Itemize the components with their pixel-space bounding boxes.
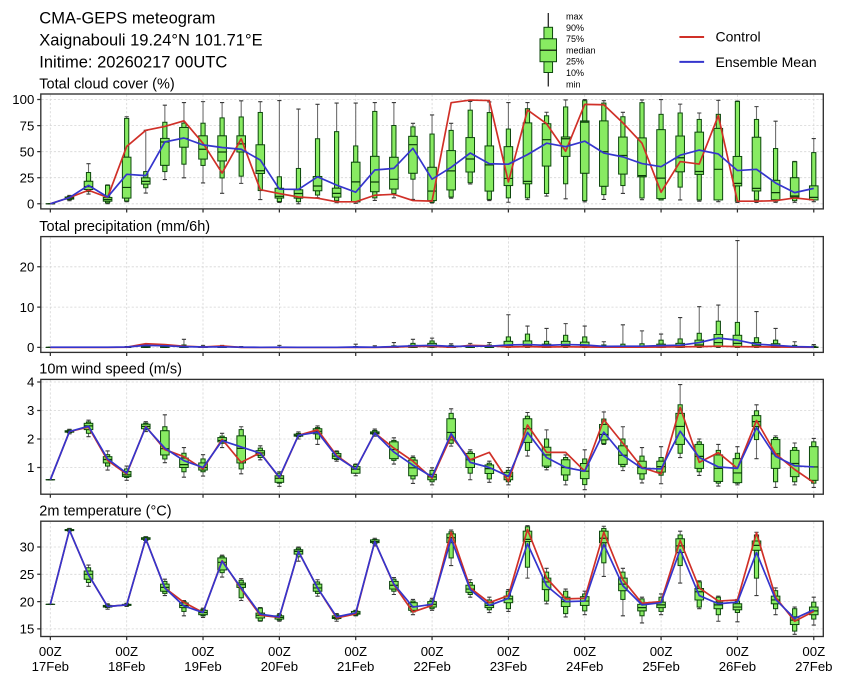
- svg-text:19Feb: 19Feb: [184, 659, 221, 674]
- svg-text:75%: 75%: [566, 34, 584, 44]
- svg-text:20: 20: [20, 260, 35, 275]
- svg-text:25: 25: [20, 170, 35, 185]
- svg-text:25%: 25%: [566, 57, 584, 67]
- svg-text:22Feb: 22Feb: [413, 659, 450, 674]
- svg-text:2m temperature (°C): 2m temperature (°C): [39, 504, 171, 520]
- svg-text:10%: 10%: [566, 68, 584, 78]
- svg-text:21Feb: 21Feb: [337, 659, 374, 674]
- svg-text:Total cloud cover (%): Total cloud cover (%): [39, 76, 174, 92]
- svg-text:00Z: 00Z: [573, 644, 596, 659]
- svg-text:75: 75: [20, 118, 35, 133]
- svg-text:50: 50: [20, 144, 35, 159]
- svg-text:4: 4: [27, 375, 34, 390]
- svg-text:00Z: 00Z: [344, 644, 367, 659]
- svg-text:25Feb: 25Feb: [642, 659, 679, 674]
- svg-text:26Feb: 26Feb: [719, 659, 756, 674]
- svg-text:Initime: 20260217 00UTC: Initime: 20260217 00UTC: [39, 53, 227, 71]
- svg-text:24Feb: 24Feb: [566, 659, 603, 674]
- svg-text:Ensemble Mean: Ensemble Mean: [716, 54, 817, 70]
- svg-text:00Z: 00Z: [650, 644, 673, 659]
- svg-text:23Feb: 23Feb: [490, 659, 527, 674]
- svg-text:Control: Control: [716, 29, 761, 45]
- svg-text:00Z: 00Z: [192, 644, 215, 659]
- svg-text:15: 15: [20, 622, 35, 637]
- svg-text:median: median: [566, 45, 596, 55]
- svg-text:17Feb: 17Feb: [32, 659, 69, 674]
- svg-text:00Z: 00Z: [268, 644, 291, 659]
- svg-text:00Z: 00Z: [802, 644, 825, 659]
- svg-text:20: 20: [20, 594, 35, 609]
- svg-text:1: 1: [27, 460, 34, 475]
- svg-text:25: 25: [20, 567, 35, 582]
- svg-text:18Feb: 18Feb: [108, 659, 145, 674]
- svg-text:max: max: [566, 12, 584, 22]
- svg-text:2: 2: [27, 432, 34, 447]
- svg-text:00Z: 00Z: [39, 644, 62, 659]
- svg-text:10m wind speed (m/s): 10m wind speed (m/s): [39, 362, 182, 378]
- svg-text:Xaignabouli 19.24°N 101.71°E: Xaignabouli 19.24°N 101.71°E: [39, 32, 262, 50]
- svg-text:0: 0: [27, 340, 34, 355]
- svg-text:00Z: 00Z: [726, 644, 749, 659]
- svg-text:3: 3: [27, 403, 34, 418]
- svg-text:Total precipitation (mm/6h): Total precipitation (mm/6h): [39, 219, 210, 235]
- svg-text:10: 10: [20, 300, 35, 315]
- svg-text:00Z: 00Z: [497, 644, 520, 659]
- svg-text:min: min: [566, 79, 581, 89]
- svg-text:0: 0: [27, 197, 34, 212]
- svg-text:100: 100: [12, 92, 34, 107]
- svg-text:CMA-GEPS meteogram: CMA-GEPS meteogram: [39, 10, 215, 28]
- svg-text:00Z: 00Z: [115, 644, 138, 659]
- svg-text:00Z: 00Z: [421, 644, 444, 659]
- svg-text:27Feb: 27Feb: [795, 659, 832, 674]
- svg-text:30: 30: [20, 540, 35, 555]
- svg-text:90%: 90%: [566, 23, 584, 33]
- svg-text:20Feb: 20Feb: [261, 659, 298, 674]
